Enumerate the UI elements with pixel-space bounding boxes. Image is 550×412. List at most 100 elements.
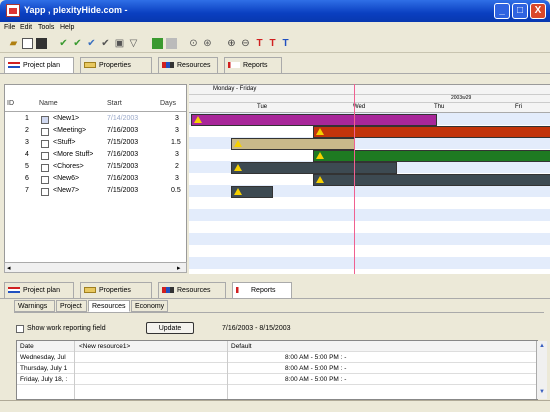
subtab-resources[interactable]: Resources [88, 300, 130, 312]
table-row[interactable]: 3 <Stuff> 7/15/2003 1.5 [5, 139, 186, 151]
gantt-row [189, 257, 550, 269]
menu-file[interactable]: File [4, 24, 15, 31]
header-divider [5, 111, 186, 112]
tab-properties[interactable]: Properties [80, 57, 152, 73]
warning-icon [234, 164, 242, 171]
column-header-resource[interactable]: <New resource1> [79, 343, 130, 350]
unlink-icon[interactable]: ⊛ [202, 38, 213, 49]
show-work-checkbox[interactable] [16, 325, 24, 333]
tab-project-plan[interactable]: Project plan [4, 57, 74, 73]
column-header-default[interactable]: Default [231, 343, 252, 350]
warning-icon [316, 176, 324, 183]
task-icon [41, 140, 49, 148]
tab-resources[interactable]: Resources [158, 282, 226, 298]
subtab-economy[interactable]: Economy [131, 300, 168, 312]
tab-reports[interactable]: Reports [224, 57, 282, 73]
column-header-start[interactable]: Start [107, 100, 122, 111]
gantt-row [189, 209, 550, 221]
details-vertical-scrollbar[interactable]: ▲ ▼ [536, 341, 547, 399]
tab-project-plan[interactable]: Project plan [4, 282, 74, 298]
minimize-button[interactable]: _ [494, 3, 510, 19]
task-icon [41, 176, 49, 184]
green-square-icon[interactable] [152, 38, 163, 49]
task-bar[interactable] [313, 174, 550, 186]
tab-resources[interactable]: Resources [158, 57, 218, 73]
text-icon[interactable]: T [280, 38, 291, 49]
scroll-left-icon[interactable]: ◂ [7, 264, 11, 272]
menu-help[interactable]: Help [60, 24, 74, 31]
table-header-row: Date <New resource1> Default [17, 341, 539, 352]
scroll-up-icon[interactable]: ▲ [539, 343, 545, 349]
column-header-id[interactable]: ID [7, 100, 14, 111]
new-icon[interactable] [22, 38, 33, 49]
resources-icon [162, 287, 174, 294]
column-header-name[interactable]: Name [39, 100, 58, 111]
text-icon[interactable]: T [254, 38, 265, 49]
project-plan-icon [8, 62, 20, 69]
task-icon [41, 128, 49, 136]
subtab-warnings[interactable]: Warnings [14, 300, 55, 312]
table-row[interactable]: 7 <New7> 7/15/2003 0.5 [5, 187, 186, 199]
timeline-header-range: Monday - Friday [189, 85, 550, 95]
zoom-out-icon[interactable]: ⊖ [240, 38, 251, 49]
task-bar[interactable] [313, 150, 550, 162]
work-table: Date <New resource1> Default Wednesday, … [16, 340, 539, 400]
check-icon[interactable]: ✔ [86, 38, 97, 49]
indent-icon[interactable]: ▣ [114, 38, 125, 49]
check-icon[interactable]: ✔ [72, 38, 83, 49]
check-icon[interactable]: ✔ [100, 38, 111, 49]
timeline-header-week: 2003w29 [189, 95, 550, 103]
warning-icon [234, 140, 242, 147]
maximize-button[interactable]: □ [512, 3, 528, 19]
today-line [354, 84, 355, 274]
save-icon[interactable] [36, 38, 47, 49]
table-row[interactable]: Friday, July 18, : 8:00 AM - 5:00 PM : - [17, 374, 539, 385]
window-title: Yapp , plexityHide.com - [24, 5, 128, 15]
column-divider [227, 341, 228, 399]
subtab-project[interactable]: Project [56, 300, 87, 312]
table-row[interactable]: 6 <New6> 7/16/2003 3 [5, 175, 186, 187]
table-row[interactable]: 4 <More Stuff> 7/16/2003 3 [5, 151, 186, 163]
menu-edit[interactable]: Edit [20, 24, 32, 31]
menu-tools[interactable]: Tools [38, 24, 54, 31]
scroll-right-icon[interactable]: ▸ [177, 264, 181, 272]
update-button[interactable]: Update [146, 322, 194, 334]
task-icon [41, 116, 49, 124]
reports-icon [228, 62, 240, 69]
gray-square-icon[interactable] [166, 38, 177, 49]
table-row[interactable]: 1 <New1> 7/14/2003 3 [5, 115, 186, 127]
tab-properties[interactable]: Properties [80, 282, 152, 298]
top-tab-row: Project plan Properties Resources Report… [0, 55, 550, 74]
close-button[interactable]: X [530, 3, 546, 19]
table-row[interactable]: 5 <Chores> 7/15/2003 2 [5, 163, 186, 175]
check-icon[interactable]: ✔ [58, 38, 69, 49]
warning-icon [194, 116, 202, 123]
task-bar[interactable] [231, 162, 397, 174]
subtab-divider [14, 312, 544, 313]
task-bar[interactable] [313, 126, 550, 138]
task-bar[interactable] [191, 114, 437, 126]
outdent-icon[interactable]: ▽ [128, 38, 139, 49]
table-row[interactable]: Thursday, July 1 8:00 AM - 5:00 PM : - [17, 363, 539, 374]
toolbar: ▰ ✔ ✔ ✔ ✔ ▣ ▽ ⊙ ⊛ ⊕ ⊖ T T T [0, 35, 550, 53]
warning-icon [316, 152, 324, 159]
table-row[interactable]: 2 <Meeting> 7/16/2003 3 [5, 127, 186, 139]
resources-icon [162, 62, 174, 69]
scroll-down-icon[interactable]: ▼ [539, 389, 545, 395]
zoom-in-icon[interactable]: ⊕ [226, 38, 237, 49]
grid-horizontal-scrollbar[interactable]: ◂ ▸ [4, 262, 187, 273]
reports-icon [236, 287, 248, 294]
column-header-date[interactable]: Date [20, 343, 34, 350]
open-icon[interactable]: ▰ [8, 38, 19, 49]
project-plan-icon [8, 287, 20, 294]
task-bar[interactable] [231, 138, 355, 150]
link-icon[interactable]: ⊙ [188, 38, 199, 49]
tab-reports[interactable]: Reports [232, 282, 292, 298]
warning-icon [316, 128, 324, 135]
table-row[interactable]: Wednesday, Jul 8:00 AM - 5:00 PM : - [17, 352, 539, 363]
task-icon [41, 164, 49, 172]
task-icon [41, 188, 49, 196]
timeline-header-days: Tue Wed Thu Fri [189, 103, 550, 113]
text-icon[interactable]: T [267, 38, 278, 49]
column-header-days[interactable]: Days [160, 100, 176, 111]
